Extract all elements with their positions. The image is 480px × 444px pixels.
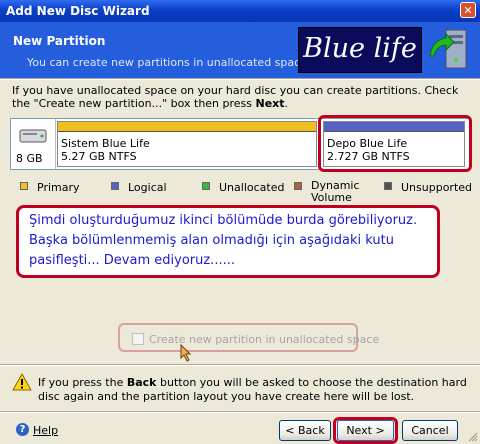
annotation-note: Şimdi oluşturduğumuz ikinci bölümüde bur…	[16, 205, 440, 278]
cancel-button[interactable]: Cancel	[402, 420, 458, 441]
mouse-cursor-icon	[180, 344, 192, 362]
wizard-header: New Partition You can create new partiti…	[0, 22, 480, 78]
legend-swatch-unsupported	[384, 182, 392, 190]
blue-life-logo: Blue life	[298, 27, 422, 73]
close-button[interactable]: ✕	[460, 2, 476, 18]
legend-unallocated: Unallocated	[219, 181, 285, 194]
legend-swatch-primary	[20, 182, 28, 190]
legend-primary: Primary	[37, 181, 80, 194]
page-subtitle: You can create new partitions in unalloc…	[27, 56, 311, 69]
title-bar: Add New Disc Wizard ✕	[0, 0, 480, 22]
next-button[interactable]: Next >	[337, 420, 394, 441]
computer-install-icon	[429, 29, 467, 69]
header-divider	[0, 78, 480, 80]
help-link[interactable]: Help	[33, 424, 58, 437]
legend-dynamic: Dynamic Volume	[311, 179, 360, 204]
partition-color-bar	[58, 122, 316, 132]
footer-divider	[0, 411, 480, 413]
legend-logical: Logical	[128, 181, 167, 194]
legend-swatch-dynamic	[294, 182, 302, 190]
partition-sistem[interactable]: Sistem Blue Life 5.27 GB NTFS	[57, 121, 317, 167]
partition-info: 5.27 GB NTFS	[61, 150, 137, 163]
instruction-text: If you have unallocated space on your ha…	[12, 84, 459, 110]
disk-block: 8 GB	[11, 119, 56, 169]
note-line-1: Şimdi oluşturduğumuz ikinci bölümüde bur…	[29, 213, 418, 228]
highlight-frame-partition	[318, 115, 472, 172]
legend-swatch-logical	[111, 182, 119, 190]
partition-name: Sistem Blue Life	[61, 137, 150, 150]
back-button[interactable]: < Back	[279, 420, 331, 441]
help-icon[interactable]: ?	[16, 423, 29, 436]
disk-size: 8 GB	[16, 152, 43, 165]
window-title: Add New Disc Wizard	[6, 4, 150, 18]
note-line-3: pasifleşti... Devam ediyoruz......	[29, 253, 235, 268]
hard-disk-icon	[19, 129, 47, 143]
note-line-2: Başka bölümlenmemiş alan olmadığı için a…	[29, 233, 394, 248]
resize-grip-icon[interactable]	[468, 432, 478, 442]
legend-swatch-unallocated	[202, 182, 210, 190]
warning-icon	[12, 373, 32, 391]
warning-text: If you press the Back button you will be…	[38, 376, 467, 403]
legend-unsupported: Unsupported	[401, 181, 473, 194]
page-title: New Partition	[13, 34, 106, 48]
create-partition-checkbox[interactable]	[132, 333, 144, 345]
warning-divider	[0, 364, 480, 366]
